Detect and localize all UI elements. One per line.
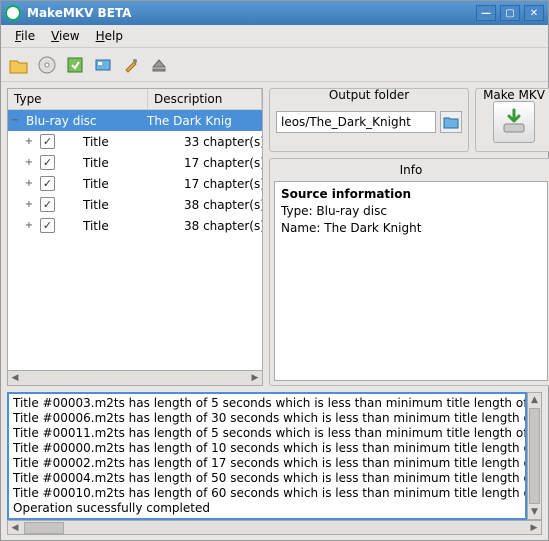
tree-label: Title: [59, 135, 184, 149]
log-line: Title #00003.m2ts has length of 5 second…: [13, 396, 521, 411]
scroll-right-icon[interactable]: ▶: [248, 371, 262, 385]
tree-row[interactable]: + ✓ Title 38 chapter(s): [8, 194, 262, 215]
checkbox[interactable]: ✓: [40, 176, 55, 191]
log-line: Title #00000.m2ts has length of 10 secon…: [13, 441, 521, 456]
tree-desc: 17 chapter(s): [184, 156, 262, 170]
menubar: File View Help: [1, 25, 548, 48]
checkbox[interactable]: ✓: [40, 218, 55, 233]
info-name-row: Name: The Dark Knight: [281, 220, 541, 237]
scroll-thumb[interactable]: [529, 408, 540, 504]
scroll-up-icon[interactable]: ▲: [528, 393, 541, 407]
app-window: MakeMKV BETA — ▢ ✕ File View Help Type D…: [0, 0, 549, 541]
make-mkv-button[interactable]: [493, 101, 535, 143]
tree-desc: 17 chapter(s): [184, 177, 262, 191]
app-icon: [5, 5, 21, 21]
close-button[interactable]: ✕: [524, 5, 544, 21]
log-hscroll[interactable]: ◀ ▶: [7, 520, 542, 535]
tree-label: Title: [59, 198, 184, 212]
browse-folder-button[interactable]: [440, 111, 462, 133]
window-title: MakeMKV BETA: [27, 6, 472, 20]
menu-view[interactable]: View: [43, 27, 87, 45]
log-line: Title #00002.m2ts has length of 17 secon…: [13, 456, 521, 471]
output-folder-input[interactable]: [276, 111, 436, 133]
scroll-thumb[interactable]: [24, 522, 64, 534]
col-type[interactable]: Type: [8, 89, 148, 109]
log-line: Title #00004.m2ts has length of 50 secon…: [13, 471, 521, 486]
make-mkv-group: Make MKV: [475, 88, 549, 152]
output-folder-group: Output folder: [269, 88, 469, 152]
info-content: Source information Type: Blu-ray disc Na…: [274, 181, 548, 381]
tree-row-root[interactable]: − Blu-ray disc The Dark Knig: [8, 110, 262, 131]
title-tree[interactable]: Type Description − Blu-ray disc The Dark…: [7, 88, 263, 371]
tree-row[interactable]: + ✓ Title 17 chapter(s): [8, 152, 262, 173]
titlebar[interactable]: MakeMKV BETA — ▢ ✕: [1, 1, 548, 25]
tree-desc: 38 chapter(s): [184, 219, 262, 233]
menu-file[interactable]: File: [7, 27, 43, 45]
tree-row[interactable]: + ✓ Title 33 chapter(s): [8, 131, 262, 152]
checkbox[interactable]: ✓: [40, 197, 55, 212]
backup-button[interactable]: [91, 53, 115, 77]
checkbox[interactable]: ✓: [40, 134, 55, 149]
info-group: Info Source information Type: Blu-ray di…: [269, 158, 549, 386]
tree-header: Type Description: [8, 89, 262, 110]
menu-help[interactable]: Help: [88, 27, 131, 45]
toolbar: [1, 48, 548, 82]
tree-label: Title: [59, 219, 184, 233]
tree-label: Title: [59, 177, 184, 191]
expand-icon[interactable]: +: [22, 199, 36, 210]
tree-hscroll[interactable]: ◀ ▶: [7, 371, 263, 386]
log-line: Operation sucessfully completed: [13, 501, 521, 516]
tree-desc: The Dark Knig: [147, 114, 262, 128]
tree-label: Blu-ray disc: [22, 114, 147, 128]
expand-icon[interactable]: +: [22, 220, 36, 231]
folder-icon: [443, 115, 459, 129]
source-info-title: Source information: [281, 186, 541, 203]
scroll-left-icon[interactable]: ◀: [8, 371, 22, 385]
tree-row[interactable]: + ✓ Title 17 chapter(s): [8, 173, 262, 194]
scroll-down-icon[interactable]: ▼: [528, 505, 541, 519]
maximize-button[interactable]: ▢: [500, 5, 520, 21]
info-legend: Info: [274, 163, 548, 181]
save-button[interactable]: [63, 53, 87, 77]
log-line: Title #00010.m2ts has length of 60 secon…: [13, 486, 521, 501]
expand-icon[interactable]: +: [22, 136, 36, 147]
minimize-button[interactable]: —: [476, 5, 496, 21]
log-line: Title #00006.m2ts has length of 30 secon…: [13, 411, 521, 426]
log-panel: Title #00003.m2ts has length of 5 second…: [1, 392, 548, 540]
makemkv-legend: Make MKV: [476, 88, 549, 102]
open-disc-button[interactable]: [35, 53, 59, 77]
tree-desc: 38 chapter(s): [184, 198, 262, 212]
open-file-button[interactable]: [7, 53, 31, 77]
expand-icon[interactable]: −: [8, 115, 22, 126]
right-panel: Output folder Make MKV: [269, 88, 549, 386]
scroll-left-icon[interactable]: ◀: [8, 521, 22, 535]
scroll-right-icon[interactable]: ▶: [527, 521, 541, 535]
expand-icon[interactable]: +: [22, 178, 36, 189]
log-line: Title #00011.m2ts has length of 5 second…: [13, 426, 521, 441]
settings-button[interactable]: [119, 53, 143, 77]
left-panel: Type Description − Blu-ray disc The Dark…: [7, 88, 263, 386]
log-view[interactable]: Title #00003.m2ts has length of 5 second…: [7, 392, 527, 520]
tree-body: − Blu-ray disc The Dark Knig + ✓ Title 3…: [8, 110, 262, 370]
output-legend: Output folder: [270, 88, 468, 102]
checkbox[interactable]: ✓: [40, 155, 55, 170]
tree-row[interactable]: + ✓ Title 38 chapter(s): [8, 215, 262, 236]
save-arrow-icon: [500, 108, 528, 136]
expand-icon[interactable]: +: [22, 157, 36, 168]
eject-button[interactable]: [147, 53, 171, 77]
col-desc[interactable]: Description: [148, 89, 262, 109]
main-area: Type Description − Blu-ray disc The Dark…: [1, 82, 548, 392]
info-type-row: Type: Blu-ray disc: [281, 203, 541, 220]
tree-label: Title: [59, 156, 184, 170]
log-vscroll[interactable]: ▲ ▼: [527, 392, 542, 520]
tree-desc: 33 chapter(s): [184, 135, 262, 149]
